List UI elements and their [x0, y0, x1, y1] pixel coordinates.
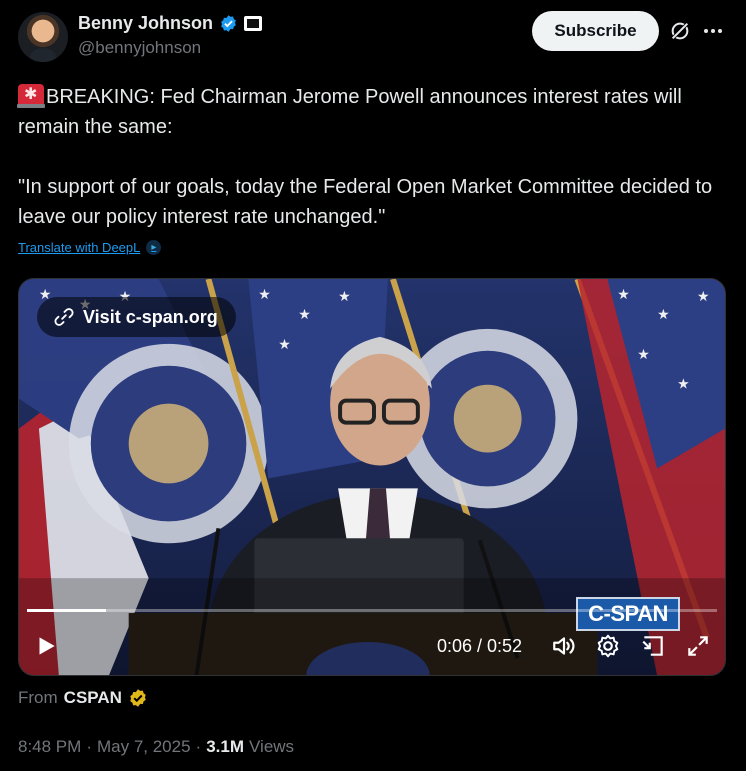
tweet-meta: 8:48 PM · May 7, 2025 · 3.1M Views	[18, 737, 294, 757]
tweet-line-2: "In support of our goals, today the Fede…	[18, 176, 713, 228]
meta-separator: ·	[195, 737, 202, 756]
meta-separator: ·	[86, 737, 92, 756]
tweet-time[interactable]: 8:48 PM	[18, 737, 81, 757]
translate-label[interactable]: Translate with DeepL	[18, 240, 140, 255]
translate-link[interactable]: Translate with DeepL ▸	[18, 240, 162, 255]
gold-verified-badge-icon	[130, 689, 146, 707]
settings-gear-icon[interactable]	[595, 633, 621, 659]
svg-text:★: ★	[258, 287, 271, 303]
svg-text:★: ★	[338, 289, 351, 305]
picture-in-picture-icon[interactable]	[640, 633, 666, 659]
svg-text:★: ★	[677, 377, 690, 393]
author-display-name[interactable]: Benny Johnson	[78, 13, 213, 34]
tweet-date[interactable]: May 7, 2025	[97, 737, 191, 757]
link-icon	[54, 308, 74, 326]
views-label: Views	[249, 737, 295, 756]
svg-text:★: ★	[298, 307, 311, 323]
subscribe-button[interactable]: Subscribe	[532, 11, 659, 51]
video-time: 0:06 / 0:52	[437, 636, 523, 656]
svg-text:★: ★	[637, 347, 650, 363]
svg-text:★: ★	[278, 337, 291, 353]
verified-badge-icon	[221, 14, 236, 32]
visit-link-label[interactable]: Visit c-span.org	[83, 307, 218, 328]
views-count: 3.1M	[206, 737, 245, 756]
visit-link-button[interactable]: Visit c-span.org	[37, 297, 236, 337]
author-name-row: Benny Johnson	[78, 12, 263, 34]
grok-icon[interactable]	[669, 20, 691, 42]
video-controls: 0:06 / 0:52	[19, 625, 725, 665]
video-progress-bar[interactable]	[27, 609, 717, 612]
play-icon[interactable]	[33, 633, 59, 659]
source-prefix: From	[18, 688, 58, 707]
volume-icon[interactable]	[551, 633, 577, 659]
tweet-text: BREAKING: Fed Chairman Jerome Powell ann…	[17, 82, 718, 232]
svg-text:★: ★	[657, 307, 670, 323]
svg-text:★: ★	[617, 287, 630, 303]
video-progress-fill	[27, 609, 107, 612]
deepl-icon: ▸	[146, 240, 162, 255]
more-options-icon[interactable]	[702, 20, 724, 42]
avatar[interactable]	[18, 12, 68, 62]
source-name[interactable]: CSPAN	[64, 688, 122, 708]
author-handle[interactable]: @bennyjohnson	[78, 38, 201, 58]
svg-text:★: ★	[697, 289, 710, 305]
video-player[interactable]: ★★★ ★★★★ ★★★★★ Visit c-span.org C-SPAN	[18, 278, 726, 676]
fullscreen-icon[interactable]	[685, 633, 711, 659]
video-source: From CSPAN	[18, 688, 148, 708]
tweet-line-1: BREAKING: Fed Chairman Jerome Powell ann…	[18, 86, 682, 138]
affiliate-badge-icon[interactable]	[244, 15, 263, 31]
rotating-light-emoji-icon	[17, 84, 45, 108]
